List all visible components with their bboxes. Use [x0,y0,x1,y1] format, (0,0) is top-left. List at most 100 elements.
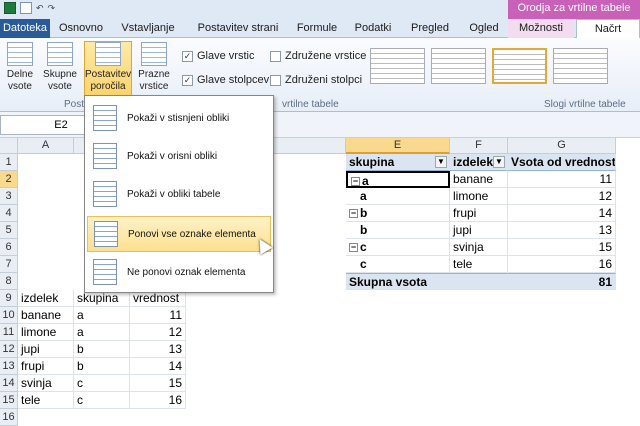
subtotals-button[interactable]: Delne vsote [2,42,38,96]
row-headers-checkbox[interactable]: ✓ Glave vrstic [182,50,254,62]
source-cell[interactable]: svinja [18,375,74,392]
tab-insert[interactable]: Vstavljanje [112,19,184,38]
pivot-grand-total-label[interactable]: Skupna vsota [346,273,508,290]
column-header-e[interactable]: E [346,138,450,154]
pivot-group-cell[interactable]: b [346,222,450,239]
undo-icon[interactable]: ↶ [36,3,44,14]
pivot-value-cell[interactable]: 15 [508,239,616,256]
row-header[interactable]: 14 [0,375,18,392]
pivot-header-sum[interactable]: Vsota od vrednost [508,154,616,171]
source-cell[interactable]: tele [18,392,74,409]
source-cell[interactable]: banane [18,307,74,324]
source-cell[interactable]: limone [18,324,74,341]
grand-totals-button[interactable]: Skupne vsote [40,42,80,96]
menu-item-tabular-form[interactable]: Pokaži v obliki tabele [87,176,271,212]
menu-item-outline-form[interactable]: Pokaži v orisni obliki [87,138,271,174]
tab-home[interactable]: Osnovno [55,19,107,38]
menu-item-compact-form[interactable]: Pokaži v stisnjeni obliki [87,100,271,136]
source-cell[interactable]: jupi [18,341,74,358]
tab-design[interactable]: Načrt [576,19,640,39]
pivot-item-cell[interactable]: svinja [450,239,508,256]
pivot-header-group[interactable]: skupina ▼ [346,154,450,171]
source-cell[interactable]: a [74,307,130,324]
report-layout-button[interactable]: Postavitev poročila [84,41,132,97]
filter-dropdown-icon[interactable]: ▼ [435,156,447,168]
row-header[interactable]: 16 [0,409,18,426]
excel-icon[interactable] [4,2,16,14]
collapse-icon[interactable]: − [351,177,360,186]
pivot-group-cell[interactable]: − a [346,171,450,188]
pivot-style-2[interactable] [431,48,486,84]
row-header[interactable]: 5 [0,222,18,239]
tab-file[interactable]: Datoteka [0,19,50,38]
banded-columns-label: Združeni stolpci [285,74,363,86]
redo-icon[interactable]: ↷ [48,3,56,14]
source-cell[interactable]: 15 [130,375,186,392]
pivot-group-cell[interactable]: a [346,188,450,205]
row-header[interactable]: 13 [0,358,18,375]
tab-data[interactable]: Podatki [348,19,398,38]
pivot-value-cell[interactable]: 13 [508,222,616,239]
row-header[interactable]: 10 [0,307,18,324]
column-header-g[interactable]: G [508,138,616,154]
source-cell[interactable]: c [74,392,130,409]
menu-item-repeat-labels[interactable]: Ponovi vse oznake elementa [87,216,271,252]
source-cell[interactable]: 11 [130,307,186,324]
column-header-a[interactable]: A [18,138,74,154]
pivot-style-1[interactable] [370,48,425,84]
collapse-icon[interactable]: − [349,243,358,253]
pivot-grand-total-value[interactable]: 81 [508,273,616,290]
source-cell[interactable]: 16 [130,392,186,409]
row-header[interactable]: 7 [0,256,18,273]
source-cell[interactable]: frupi [18,358,74,375]
banded-columns-checkbox[interactable]: Združeni stolpci [270,74,362,86]
source-cell[interactable]: 12 [130,324,186,341]
pivot-header-product[interactable]: izdelek ▼ [450,154,508,171]
row-header[interactable]: 15 [0,392,18,409]
row-header[interactable]: 6 [0,239,18,256]
pivot-item-cell[interactable]: tele [450,256,508,273]
source-cell[interactable]: b [74,358,130,375]
banded-rows-checkbox[interactable]: Združene vrstice [270,50,366,62]
blank-rows-button[interactable]: Prazne vrstice [134,42,174,96]
pivot-style-4[interactable] [553,48,608,84]
pivot-item-cell[interactable]: limone [450,188,508,205]
pivot-group-cell[interactable]: c [346,256,450,273]
row-header[interactable]: 3 [0,188,18,205]
tab-view[interactable]: Ogled [462,19,506,38]
pivot-value-cell[interactable]: 12 [508,188,616,205]
pivot-item-cell[interactable]: jupi [450,222,508,239]
select-all-corner[interactable] [0,138,18,154]
row-header[interactable]: 11 [0,324,18,341]
tab-formulas[interactable]: Formule [292,19,342,38]
column-headers-checkbox[interactable]: ✓ Glave stolpcev [182,74,269,86]
source-cell[interactable]: 14 [130,358,186,375]
save-icon[interactable] [20,2,32,14]
tab-review[interactable]: Pregled [404,19,456,38]
source-cell[interactable]: b [74,341,130,358]
tab-options[interactable]: Možnosti [508,19,574,38]
source-cell[interactable]: 13 [130,341,186,358]
source-header[interactable]: izdelek [18,290,74,307]
source-cell[interactable]: a [74,324,130,341]
row-header[interactable]: 4 [0,205,18,222]
column-header-f[interactable]: F [450,138,508,154]
tab-page-layout[interactable]: Postavitev strani [190,19,286,38]
pivot-value-cell[interactable]: 14 [508,205,616,222]
source-cell[interactable]: c [74,375,130,392]
row-header[interactable]: 12 [0,341,18,358]
collapse-icon[interactable]: − [349,209,358,219]
row-header[interactable]: 1 [0,154,18,171]
menu-item-no-repeat-labels[interactable]: Ne ponovi oznak elementa [87,254,271,290]
pivot-item-cell[interactable]: frupi [450,205,508,222]
pivot-item-cell[interactable]: banane [450,171,508,188]
pivot-value-cell[interactable]: 11 [508,171,616,188]
pivot-value-cell[interactable]: 16 [508,256,616,273]
pivot-style-3[interactable] [492,48,547,84]
row-header[interactable]: 9 [0,290,18,307]
row-header[interactable]: 8 [0,273,18,290]
pivot-group-cell[interactable]: − c [346,239,450,256]
pivot-group-cell[interactable]: − b [346,205,450,222]
filter-dropdown-icon[interactable]: ▼ [493,156,505,168]
row-header[interactable]: 2 [0,171,18,188]
